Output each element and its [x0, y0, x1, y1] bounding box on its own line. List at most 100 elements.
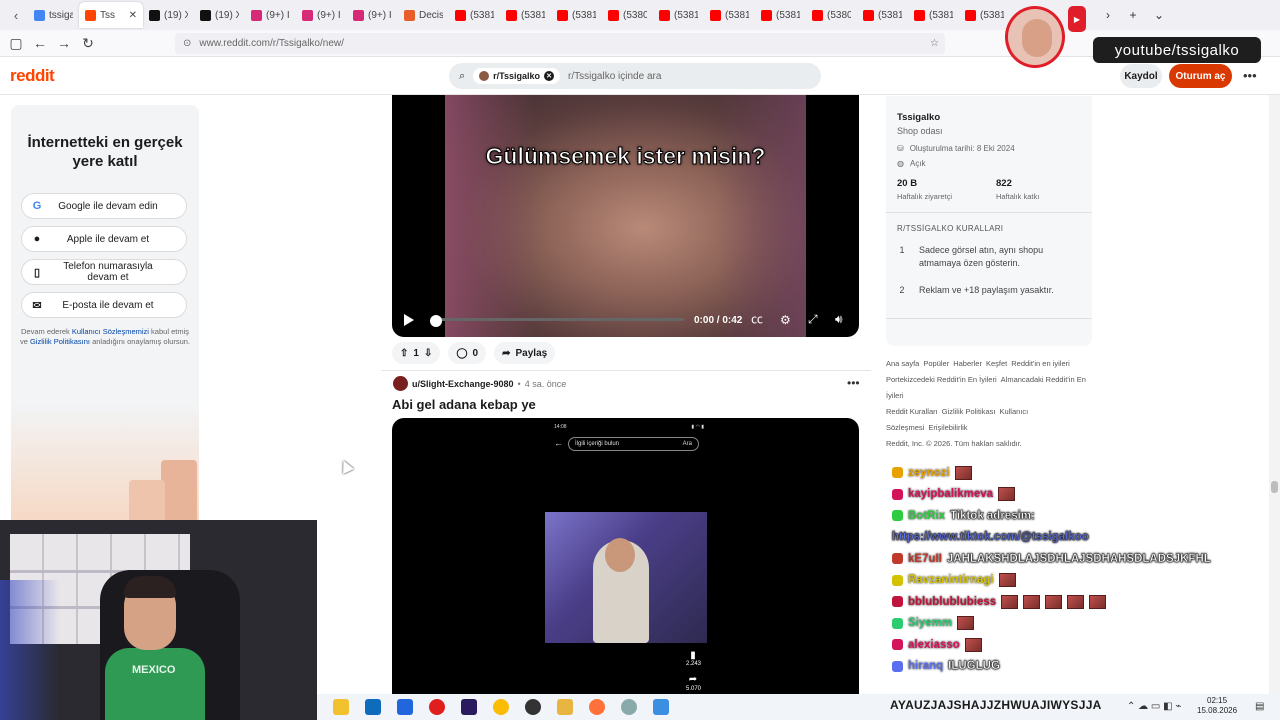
rule-item[interactable]: 2 Reklam ve +18 paylaşım yasaktır.	[897, 284, 1087, 297]
sidebar-toggle-icon[interactable]: ▢	[4, 35, 28, 52]
rule-item[interactable]: 1 Sadece görsel atın, aynı shopu atmamaya…	[897, 244, 1087, 270]
folder-icon[interactable]	[557, 699, 573, 715]
downvote-icon[interactable]: ⇩	[424, 348, 432, 359]
forward-button[interactable]: →	[52, 35, 76, 51]
footer-link[interactable]: Portekizcedeki Reddit'in En İyileri	[886, 375, 997, 384]
video-time: 0:00 / 0:42	[694, 315, 743, 326]
browser-tab[interactable]: (5381	[653, 2, 704, 28]
tab-favicon-icon	[761, 9, 772, 21]
phone-status-bar: 14:08 ▮ ◠ ▮	[554, 424, 704, 430]
page-scrollbar[interactable]	[1269, 95, 1280, 694]
address-bar[interactable]: ⊙ www.reddit.com/r/Tssigalko/new/ ☆	[175, 33, 945, 54]
reload-button[interactable]: ↻	[76, 35, 100, 52]
settings-icon[interactable]: ⚙	[780, 313, 791, 327]
share-button[interactable]: ➦ Paylaş	[494, 342, 556, 364]
browser-tab[interactable]: (5381	[449, 2, 500, 28]
taskbar-clock[interactable]: 02:15 15.08.2026	[1197, 696, 1237, 716]
reddit-logo[interactable]: reddit	[10, 66, 55, 86]
play-icon[interactable]	[404, 314, 414, 326]
browser-tab[interactable]: (5381	[908, 2, 959, 28]
app-icon[interactable]	[621, 699, 637, 715]
footer-link[interactable]: Ana sayfa	[886, 359, 919, 368]
browser-tab[interactable]: (5380	[806, 2, 857, 28]
tab-scroll-left-icon[interactable]: ‹	[4, 8, 28, 23]
browser-tab[interactable]: tssiga	[28, 2, 79, 28]
browser-tab[interactable]: (9+) I	[347, 2, 398, 28]
post-video-player[interactable]: Gülümsemek ister misin? 0:00 / 0:42 ㏄ ⚙ …	[392, 95, 859, 337]
site-info-icon[interactable]: ⊙	[183, 38, 191, 49]
footer-link[interactable]: Erişilebilirlik	[928, 423, 967, 432]
upvote-icon[interactable]: ⇧	[400, 348, 408, 359]
channel-badge-overlay: ▶ youtube/tssigalko	[1005, 4, 1280, 72]
post-video-player[interactable]: 14:08 ▮ ◠ ▮ ← İlgili içeriği bulun Ara ▮ 2…	[392, 418, 859, 700]
privacy-policy-link[interactable]: Gizlilik Politikasını	[30, 337, 90, 346]
chat-emote-icon	[964, 637, 982, 652]
browser-tab[interactable]: (19) X	[143, 2, 194, 28]
footer-link[interactable]: Haberler	[953, 359, 982, 368]
firefox-icon[interactable]	[589, 699, 605, 715]
browser-tab[interactable]: (5380	[602, 2, 653, 28]
rule-number: 1	[899, 245, 905, 255]
browser-tab[interactable]: (5381	[500, 2, 551, 28]
apple-signin-button[interactable]: ● Apple ile devam et	[21, 226, 187, 252]
captions-icon[interactable]: ㏄	[751, 310, 763, 327]
browser-tab[interactable]: Tss ✕	[79, 2, 143, 28]
footer-link[interactable]: Keşfet	[986, 359, 1007, 368]
browser-tab[interactable]: (5381	[959, 2, 1010, 28]
browser-tab[interactable]: (9+) I	[296, 2, 347, 28]
tab-favicon-icon	[710, 9, 721, 21]
bookmark-star-icon[interactable]: ☆	[930, 38, 939, 49]
tab-favicon-icon	[863, 9, 874, 21]
opera-icon[interactable]	[429, 699, 445, 715]
comments-button[interactable]: ◯ 0	[448, 342, 487, 364]
outlook-icon[interactable]	[365, 699, 381, 715]
chip-close-icon[interactable]: ✕	[544, 71, 555, 81]
post-title[interactable]: Abi gel adana kebap ye	[392, 397, 536, 412]
premiere-icon[interactable]	[461, 699, 477, 715]
footer-link[interactable]: Reddit Kuralları	[886, 407, 938, 416]
email-signin-button[interactable]: ✉ E-posta ile devam et	[21, 292, 187, 318]
browser-tab[interactable]: (5381	[704, 2, 755, 28]
browser-tab[interactable]: (5381	[755, 2, 806, 28]
post-author[interactable]: u/Slight-Exchange-9080	[412, 379, 514, 389]
volume-icon[interactable]: 🔊︎	[835, 312, 843, 327]
cake-icon: ⛁	[897, 144, 904, 153]
obs-icon[interactable]	[525, 699, 541, 715]
paint-icon[interactable]	[653, 699, 669, 715]
browser-tab[interactable]: Decisi	[398, 2, 449, 28]
subreddit-description: Shop odası	[897, 126, 943, 136]
phone-signin-button[interactable]: ▯ Telefon numarasıyla devam et	[21, 259, 187, 285]
footer-link[interactable]: Popüler	[923, 359, 949, 368]
post-menu-icon[interactable]: •••	[847, 376, 860, 390]
app-icon[interactable]	[397, 699, 413, 715]
join-card: İnternetteki en gerçek yere katıl G Goog…	[11, 105, 199, 520]
browser-tab[interactable]: (5381	[857, 2, 908, 28]
scrollbar-thumb[interactable]	[1271, 481, 1278, 493]
chat-message: zeynozi	[892, 462, 1272, 484]
chip-label: r/Tssigalko	[493, 71, 541, 81]
notifications-icon[interactable]: ▤	[1255, 701, 1264, 712]
user-agreement-link[interactable]: Kullanıcı Sözleşmemizi	[72, 327, 149, 336]
chat-message: kE7uII JAHLAKSHDLAJSDHLAJSDHAHSDLADSJKFHL	[892, 548, 1272, 570]
stream-ticker: AYAUZJAJSHAJJZHWUAJIWYSJJA	[890, 698, 1102, 712]
file-explorer-icon[interactable]	[333, 699, 349, 715]
tab-title: (5381	[674, 9, 698, 21]
seek-knob[interactable]	[430, 315, 442, 327]
browser-tab[interactable]: (5381	[551, 2, 602, 28]
google-signin-button[interactable]: G Google ile devam edin	[21, 193, 187, 219]
subreddit-search-chip[interactable]: r/Tssigalko ✕	[473, 68, 561, 84]
browser-tab[interactable]: (9+) I	[245, 2, 296, 28]
footer-link[interactable]: Reddit'in en iyileri	[1011, 359, 1070, 368]
fullscreen-icon[interactable]: ⤢	[808, 312, 818, 327]
system-tray-icons[interactable]: ⌃ ☁ ▭ ◧ ⌁	[1127, 701, 1181, 712]
tab-close-icon[interactable]: ✕	[129, 10, 137, 21]
chrome-icon[interactable]	[493, 699, 509, 715]
seek-bar[interactable]	[434, 318, 684, 321]
browser-tab[interactable]: (19) X	[194, 2, 245, 28]
search-input[interactable]: ⌕ r/Tssigalko ✕ r/Tssigalko içinde ara	[449, 63, 821, 89]
search-icon: ⌕	[459, 69, 466, 82]
back-button[interactable]: ←	[28, 35, 52, 51]
subreddit-avatar	[479, 71, 490, 81]
footer-link[interactable]: Gizlilik Politikası	[942, 407, 996, 416]
avatar[interactable]	[393, 376, 408, 391]
